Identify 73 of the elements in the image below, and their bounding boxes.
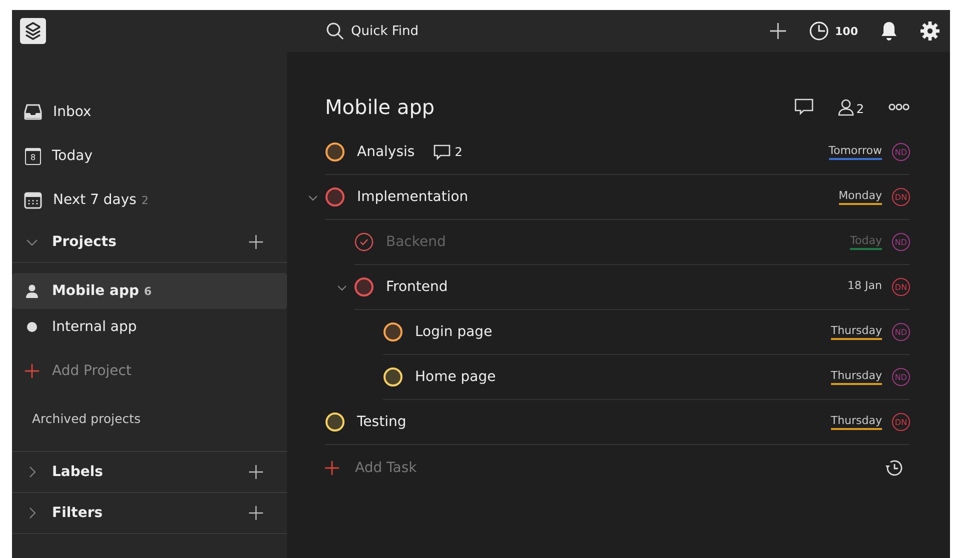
more-icon[interactable] xyxy=(888,103,910,111)
calendar-icon: 8 xyxy=(25,148,41,164)
task-name: Login page xyxy=(415,324,492,340)
archived-projects-link[interactable]: Archived projects xyxy=(12,393,287,451)
task-name: Testing xyxy=(357,414,406,430)
logo-icon[interactable] xyxy=(20,18,46,44)
add-task-button[interactable]: Add Task xyxy=(325,460,884,476)
task-name: Backend xyxy=(386,234,446,250)
due-date[interactable]: Thursday xyxy=(830,324,882,340)
comment-icon[interactable] xyxy=(794,98,814,116)
add-icon[interactable] xyxy=(249,235,263,249)
nav-label: Today xyxy=(52,148,92,164)
section-title[interactable]: Labels xyxy=(52,464,235,480)
add-icon xyxy=(25,364,39,378)
task-name: Implementation xyxy=(357,189,468,205)
task-checkbox[interactable] xyxy=(383,322,403,342)
item-count: 2 xyxy=(141,194,148,206)
project-item[interactable]: Internal app xyxy=(12,309,287,345)
assignee-avatar[interactable]: DN xyxy=(892,413,910,431)
project-count: 6 xyxy=(144,284,152,298)
productivity-icon[interactable] xyxy=(809,21,830,41)
task-row[interactable]: Analysis 2 Tomorrow ND xyxy=(301,130,910,175)
search-field[interactable]: Quick Find xyxy=(351,24,511,38)
due-date[interactable]: Monday xyxy=(838,189,882,205)
task-row[interactable]: Testing Thursday DN xyxy=(301,400,910,445)
add-icon[interactable] xyxy=(249,465,263,479)
task-name: Home page xyxy=(415,369,496,385)
karma-count: 100 xyxy=(835,24,858,38)
task-checkbox[interactable] xyxy=(354,232,374,252)
nav-label: Inbox xyxy=(53,104,92,120)
project-name: Internal app xyxy=(52,319,137,335)
project-name: Mobile app xyxy=(52,283,140,299)
assignee-avatar[interactable]: DN xyxy=(892,188,910,206)
calendar-icon xyxy=(24,191,42,209)
nav-label: Next 7 days xyxy=(53,192,136,208)
comment-icon[interactable] xyxy=(432,144,451,160)
nav-item[interactable]: Next 7 days 2 xyxy=(12,178,287,222)
member-count: 2 xyxy=(856,102,864,116)
task-checkbox[interactable] xyxy=(325,187,345,207)
add-project-button[interactable]: Add Project xyxy=(12,349,287,393)
add-icon[interactable] xyxy=(769,22,788,40)
nav-item[interactable]: 8 Today xyxy=(12,134,287,178)
assignee-avatar[interactable]: DN xyxy=(892,278,910,296)
bell-icon[interactable] xyxy=(880,21,898,41)
person-icon xyxy=(25,284,39,298)
task-row[interactable]: Login page Thursday ND xyxy=(359,310,910,355)
section-title[interactable]: Filters xyxy=(52,505,235,521)
task-name: Analysis xyxy=(357,144,415,160)
task-row[interactable]: Frontend 18 Jan DN xyxy=(330,265,910,310)
section-title[interactable]: Projects xyxy=(52,234,235,250)
add-icon xyxy=(325,461,339,475)
person-icon[interactable] xyxy=(838,98,854,116)
inbox-icon xyxy=(24,104,42,120)
chevron-down-icon[interactable] xyxy=(337,282,347,292)
task-row[interactable]: Home page Thursday ND xyxy=(359,355,910,400)
due-date[interactable]: Thursday xyxy=(830,414,882,430)
project-item[interactable]: Mobile app 6 xyxy=(12,273,287,309)
settings-icon[interactable] xyxy=(920,21,940,41)
due-date[interactable]: Thursday xyxy=(830,369,882,385)
add-icon[interactable] xyxy=(249,506,263,520)
search-icon[interactable] xyxy=(326,22,344,40)
task-checkbox[interactable] xyxy=(354,277,374,297)
project-title: Mobile app xyxy=(325,95,435,119)
chevron-down-icon[interactable] xyxy=(308,192,318,202)
task-name: Frontend xyxy=(386,279,448,295)
nav-item[interactable]: Inbox xyxy=(12,90,287,134)
due-date[interactable]: 18 Jan xyxy=(848,279,882,295)
task-checkbox[interactable] xyxy=(325,142,345,162)
dot-icon xyxy=(25,320,39,334)
history-icon[interactable] xyxy=(884,458,904,478)
comment-count: 2 xyxy=(454,145,462,159)
due-date[interactable]: Tomorrow xyxy=(828,144,882,160)
task-row[interactable]: Implementation Monday DN xyxy=(301,175,910,220)
